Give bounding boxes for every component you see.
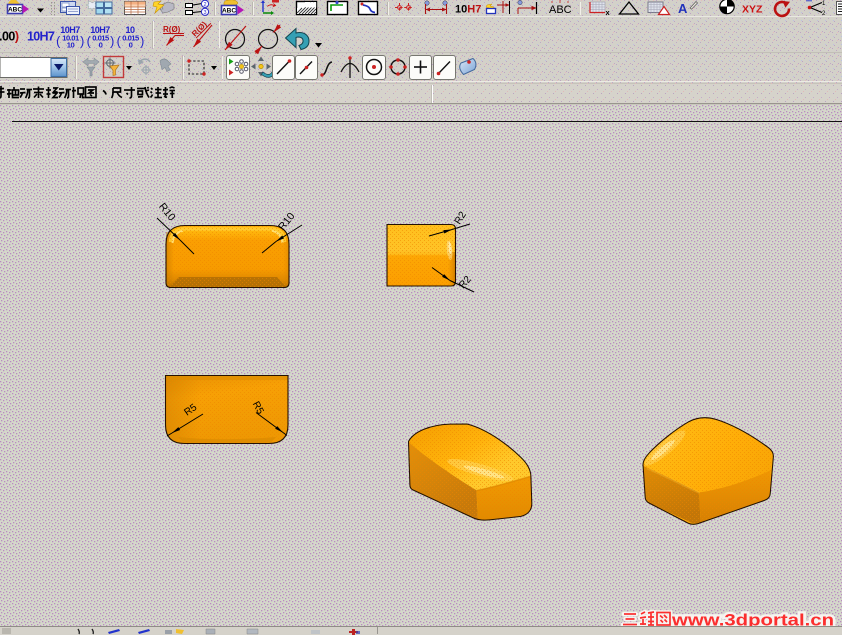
- svg-text:R2: R2: [457, 274, 474, 291]
- svg-text:R2: R2: [453, 210, 469, 227]
